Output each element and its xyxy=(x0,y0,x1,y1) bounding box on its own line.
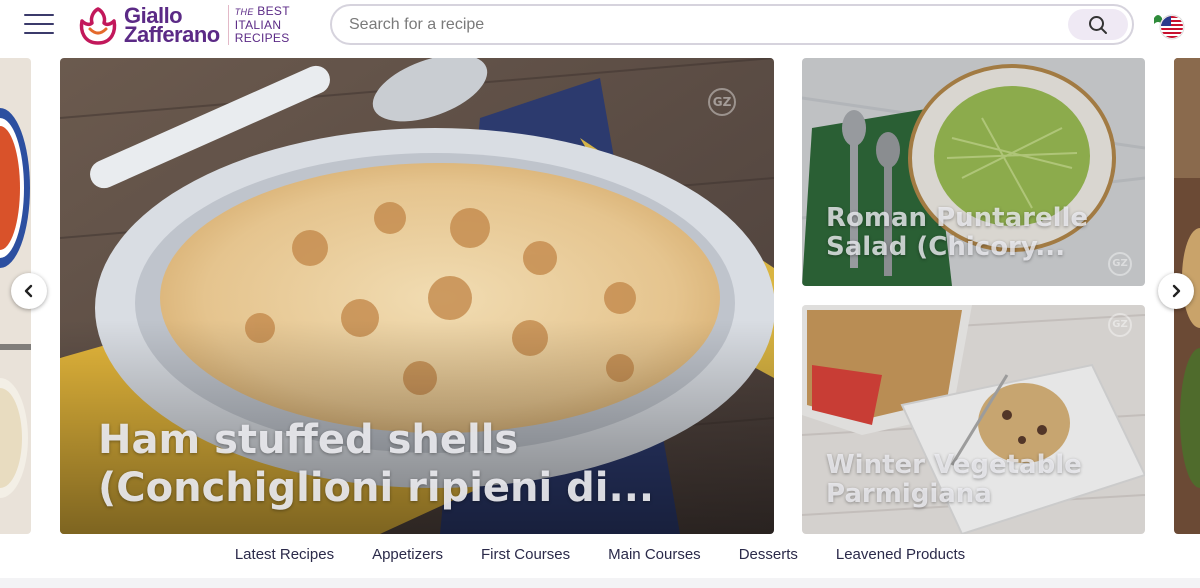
tagline-the: THE xyxy=(234,7,254,17)
featured-recipe-card[interactable]: GZ Ham stuffed shells (Conchiglioni ripi… xyxy=(60,58,774,534)
search-bar xyxy=(330,4,1134,45)
logo-tagline: THE BEST ITALIAN RECIPES xyxy=(235,5,290,45)
recipe-card[interactable]: GZ Winter Vegetable Parmigiana xyxy=(802,305,1145,534)
page: Giallo Zafferano THE BEST ITALIAN RECIPE… xyxy=(0,0,1200,588)
category-link-main-courses[interactable]: Main Courses xyxy=(608,540,701,572)
featured-recipe-title: Ham stuffed shells (Conchiglioni ripieni… xyxy=(98,417,655,511)
hamburger-icon[interactable] xyxy=(24,14,54,36)
recipe-card[interactable]: GZ Roman Puntarelle Salad (Chicory... xyxy=(802,58,1145,286)
carousel-next-button[interactable] xyxy=(1158,273,1194,309)
carousel-prev-button[interactable] xyxy=(11,273,47,309)
search-input[interactable] xyxy=(349,14,1049,36)
logo-flower-icon xyxy=(79,7,117,45)
recipe-card-title: Winter Vegetable Parmigiana xyxy=(826,450,1082,509)
category-link-appetizers[interactable]: Appetizers xyxy=(372,540,443,572)
category-link-leavened-products[interactable]: Leavened Products xyxy=(836,540,965,572)
site-header: Giallo Zafferano THE BEST ITALIAN RECIPE… xyxy=(0,0,1200,52)
category-link-latest-recipes[interactable]: Latest Recipes xyxy=(235,540,334,572)
search-icon xyxy=(1089,15,1107,34)
tagline-line3: RECIPES xyxy=(234,31,290,45)
recipe-carousel: GZ Ham stuffed shells (Conchiglioni ripi… xyxy=(0,58,1200,534)
logo-divider xyxy=(227,5,229,45)
us-flag-icon[interactable] xyxy=(1152,10,1186,42)
recipe-card-title: Roman Puntarelle Salad (Chicory... xyxy=(826,203,1089,262)
site-logo[interactable]: Giallo Zafferano THE BEST ITALIAN RECIPE… xyxy=(76,3,290,47)
logo-wordmark: Giallo Zafferano xyxy=(124,5,220,47)
gz-watermark: GZ xyxy=(708,88,736,116)
category-link-desserts[interactable]: Desserts xyxy=(739,540,798,572)
gz-watermark: GZ xyxy=(1108,313,1132,337)
chevron-left-icon xyxy=(24,284,33,298)
category-nav: Latest Recipes Appetizers First Courses … xyxy=(0,540,1200,572)
chevron-right-icon xyxy=(1172,284,1181,298)
logo-line2: Zafferano xyxy=(124,22,220,47)
search-button[interactable] xyxy=(1068,9,1128,40)
section-divider xyxy=(0,578,1200,588)
category-link-first-courses[interactable]: First Courses xyxy=(481,540,570,572)
tagline-best: BEST xyxy=(257,4,290,18)
